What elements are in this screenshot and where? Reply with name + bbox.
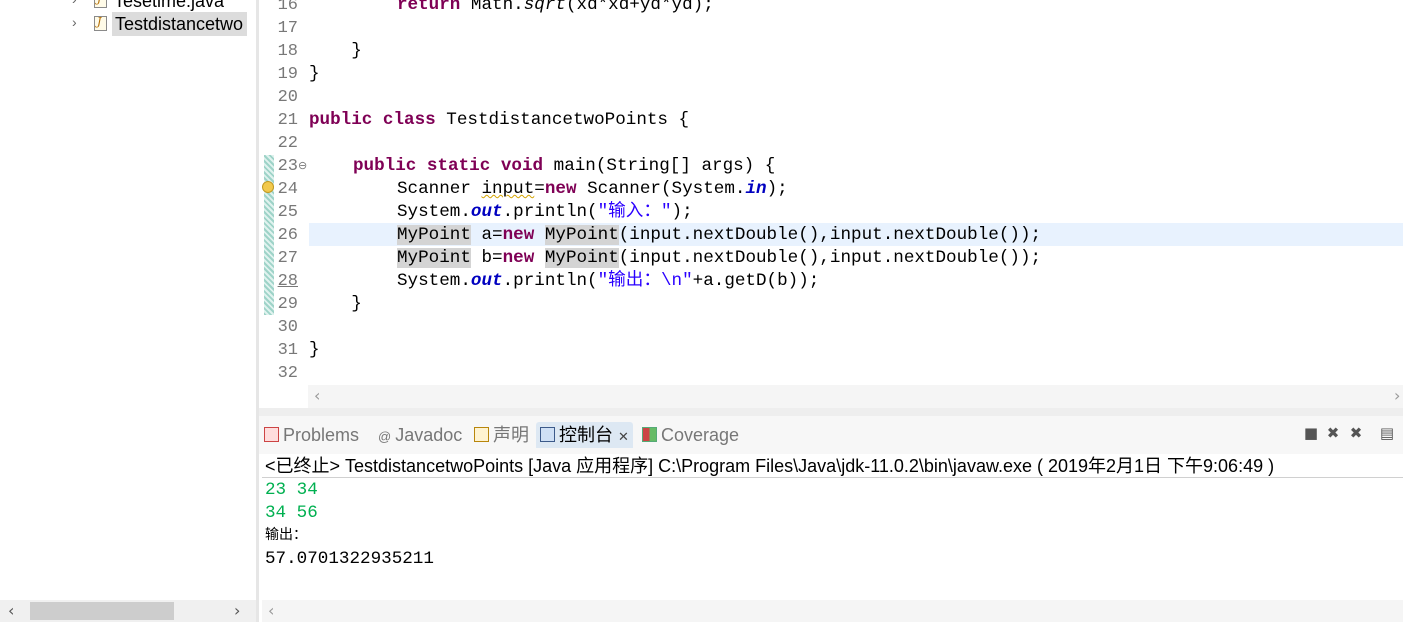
code-line[interactable]: public class TestdistancetwoPoints { bbox=[309, 109, 689, 132]
line-number: 23 bbox=[277, 157, 298, 176]
line-number: 30 bbox=[277, 318, 298, 337]
tab-label: Javadoc bbox=[395, 425, 463, 445]
tab-console[interactable]: 控制台 ✕ bbox=[536, 422, 633, 448]
line-number: 22 bbox=[277, 134, 298, 153]
editor-horizontal-scrollbar[interactable] bbox=[308, 385, 1403, 408]
console-output-line: 23 34 bbox=[265, 480, 318, 500]
tab-coverage[interactable]: Coverage bbox=[642, 422, 739, 448]
code-line[interactable]: System.out.println("输入："); bbox=[309, 201, 693, 224]
code-line[interactable]: return Math.sqrt(xd*xd+yd*yd); bbox=[309, 0, 714, 17]
tab-label: 声明 bbox=[493, 425, 529, 445]
java-file-icon bbox=[94, 15, 107, 31]
code-line[interactable]: MyPoint b=new MyPoint(input.nextDouble()… bbox=[309, 247, 1041, 270]
line-number: 28 bbox=[277, 272, 298, 291]
line-number: 25 bbox=[277, 203, 298, 222]
code-line[interactable]: System.out.println("输出：\n"+a.getD(b)); bbox=[309, 270, 819, 293]
scroll-right-icon[interactable]: › bbox=[234, 601, 240, 620]
tree-item-label: Testdistancetwo bbox=[112, 12, 248, 36]
java-file-icon bbox=[94, 0, 107, 8]
scroll-left-icon[interactable]: ‹ bbox=[8, 601, 14, 620]
line-number: 20 bbox=[277, 88, 298, 107]
line-number: 27 bbox=[277, 249, 298, 268]
scroll-left-icon[interactable]: ‹ bbox=[314, 386, 320, 405]
code-line[interactable]: } bbox=[309, 40, 362, 63]
fold-collapse-icon[interactable]: ⊖ bbox=[298, 159, 307, 172]
explorer-scrollbar-thumb[interactable] bbox=[30, 602, 174, 620]
line-number: 31 bbox=[277, 341, 298, 360]
line-number: 32 bbox=[277, 364, 298, 383]
code-line[interactable]: MyPoint a=new MyPoint(input.nextDouble()… bbox=[309, 224, 1041, 247]
scroll-right-icon[interactable]: › bbox=[1394, 386, 1400, 405]
chevron-right-icon[interactable]: › bbox=[72, 0, 77, 7]
tab-label: Problems bbox=[283, 425, 360, 445]
tree-item-testdistancetwo[interactable]: › Testdistancetwo bbox=[0, 12, 256, 36]
problems-icon bbox=[264, 427, 279, 442]
code-line[interactable]: } bbox=[309, 339, 320, 362]
chevron-right-icon[interactable]: › bbox=[72, 14, 77, 30]
line-number: 19 bbox=[277, 65, 298, 84]
divider bbox=[262, 477, 1403, 478]
console-output-line: 34 56 bbox=[265, 503, 318, 523]
console-process-header: <已终止> TestdistancetwoPoints [Java 应用程序] … bbox=[265, 456, 1275, 476]
line-number: 21 bbox=[277, 111, 298, 130]
line-number: 26 bbox=[277, 226, 298, 245]
line-number: 17 bbox=[277, 19, 298, 38]
panel-divider[interactable] bbox=[259, 408, 1403, 416]
coverage-icon bbox=[642, 427, 657, 442]
console-output-line: 输出： bbox=[265, 528, 307, 544]
tab-declaration[interactable]: 声明 bbox=[474, 422, 529, 448]
package-explorer: › Tesetime.java › Testdistancetwo bbox=[0, 0, 256, 622]
code-line[interactable]: public static void main(String[] args) { bbox=[309, 155, 775, 178]
remove-launch-icon[interactable]: ✖ bbox=[1324, 424, 1342, 442]
declaration-icon bbox=[474, 427, 489, 442]
line-number: 18 bbox=[277, 42, 298, 61]
console-horizontal-scrollbar[interactable] bbox=[262, 600, 1403, 622]
tab-javadoc[interactable]: @ Javadoc bbox=[378, 422, 462, 448]
at-icon: @ bbox=[378, 429, 392, 444]
tab-label: 控制台 bbox=[559, 425, 613, 445]
console-icon bbox=[540, 427, 555, 442]
tab-problems[interactable]: Problems bbox=[264, 422, 359, 448]
console-view-menu-icon[interactable]: ▤ bbox=[1378, 424, 1396, 442]
line-number: 29 bbox=[277, 295, 298, 314]
console-output-line: 57.0701322935211 bbox=[265, 549, 434, 569]
line-number: 16 bbox=[277, 0, 298, 15]
line-number: 24 bbox=[277, 180, 298, 199]
code-line[interactable]: } bbox=[309, 293, 362, 316]
terminate-icon[interactable]: ■ bbox=[1302, 424, 1320, 442]
remove-all-terminated-icon[interactable]: ✖ bbox=[1347, 424, 1365, 442]
scroll-left-icon[interactable]: ‹ bbox=[268, 601, 274, 620]
tab-label: Coverage bbox=[661, 425, 740, 445]
code-line[interactable]: Scanner input=new Scanner(System.in); bbox=[309, 178, 788, 201]
close-icon[interactable]: ✕ bbox=[618, 429, 629, 444]
code-line[interactable]: } bbox=[309, 63, 320, 86]
